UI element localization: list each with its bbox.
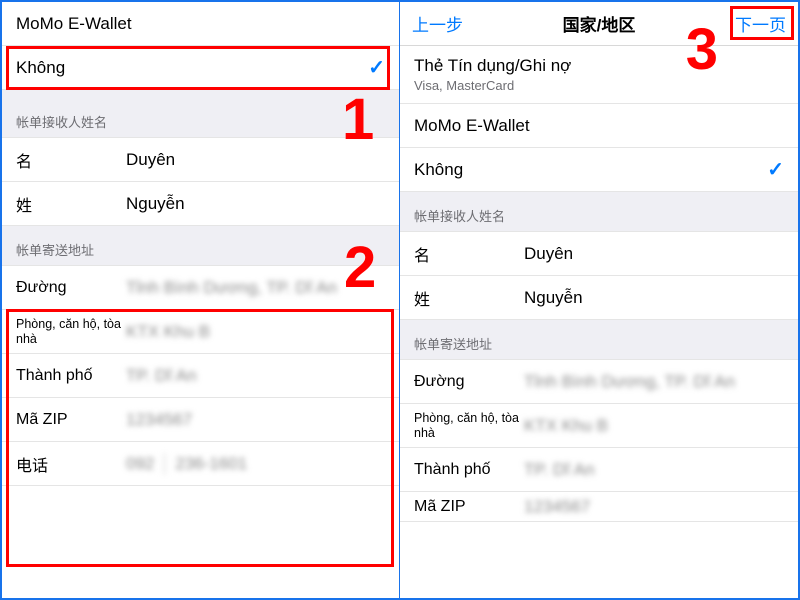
first-name-label: 名 [16,148,126,172]
zip-value: 1234567 [524,497,784,517]
payment-option-none[interactable]: Không ✓ [2,46,399,90]
street-value: Tỉnh Bình Dương, TP. Dĩ An [126,278,385,298]
apartment-value: KTX Khu B [126,322,385,342]
payment-momo-label: MoMo E-Wallet [16,14,132,34]
zip-label: Mã ZIP [16,411,126,429]
zip-label: Mã ZIP [414,498,524,516]
section-header-billing-name: 帐单接收人姓名 [2,90,399,138]
first-name-value: Duyên [524,244,784,264]
phone-divider [164,453,165,475]
surname-value: Nguyễn [524,288,784,308]
back-button[interactable]: 上一步 [412,11,482,36]
street-label: Đường [414,373,524,391]
phone-label: 电话 [16,452,126,476]
surname-value: Nguyễn [126,194,385,214]
payment-option-momo[interactable]: MoMo E-Wallet [2,2,399,46]
city-row[interactable]: Thành phố TP. Dĩ An [400,448,798,492]
left-screen: MoMo E-Wallet Không ✓ 帐单接收人姓名 名 Duyên 姓 … [2,2,400,598]
surname-label: 姓 [16,192,126,216]
first-name-row[interactable]: 名 Duyên [400,232,798,276]
city-value: TP. Dĩ An [524,460,784,480]
phone-row[interactable]: 电话 092 236-1601 [2,442,399,486]
section-header-billing-name: 帐单接收人姓名 [400,192,798,232]
street-value: Tỉnh Bình Dương, TP. Dĩ An [524,372,784,392]
apartment-row[interactable]: Phòng, căn hộ, tòa nhà KTX Khu B [2,310,399,354]
street-row[interactable]: Đường Tỉnh Bình Dương, TP. Dĩ An [400,360,798,404]
city-value: TP. Dĩ An [126,366,385,386]
first-name-value: Duyên [126,150,385,170]
phone-number: 236-1601 [175,454,247,474]
first-name-row[interactable]: 名 Duyên [2,138,399,182]
section-header-billing-address: 帐单寄送地址 [400,320,798,360]
payment-none-label: Không [414,160,767,180]
payment-card-sub: Visa, MasterCard [414,78,514,93]
zip-row-partial[interactable]: Mã ZIP 1234567 [400,492,798,522]
next-button[interactable]: 下一页 [716,11,786,36]
apartment-row[interactable]: Phòng, căn hộ, tòa nhà KTX Khu B [400,404,798,448]
city-label: Thành phố [414,461,524,479]
zip-row[interactable]: Mã ZIP 1234567 [2,398,399,442]
apartment-label: Phòng, căn hộ, tòa nhà [414,411,524,441]
nav-title: 国家/地区 [482,11,716,36]
payment-none-label: Không [16,58,368,78]
phone-value-group: 092 236-1601 [126,453,385,475]
surname-row[interactable]: 姓 Nguyễn [2,182,399,226]
surname-label: 姓 [414,286,524,310]
phone-cc: 092 [126,454,154,474]
checkmark-icon: ✓ [767,157,784,182]
right-screen: 上一步 国家/地区 下一页 Thẻ Tín dụng/Ghi nợ Visa, … [400,2,798,598]
payment-momo-label: MoMo E-Wallet [414,116,530,136]
city-row[interactable]: Thành phố TP. Dĩ An [2,354,399,398]
street-row[interactable]: Đường Tỉnh Bình Dương, TP. Dĩ An [2,266,399,310]
checkmark-icon: ✓ [368,55,385,80]
payment-option-none[interactable]: Không ✓ [400,148,798,192]
city-label: Thành phố [16,367,126,385]
nav-bar: 上一步 国家/地区 下一页 [400,2,798,46]
payment-card-label: Thẻ Tín dụng/Ghi nợ [414,56,571,76]
apartment-value: KTX Khu B [524,416,784,436]
surname-row[interactable]: 姓 Nguyễn [400,276,798,320]
payment-option-momo[interactable]: MoMo E-Wallet [400,104,798,148]
first-name-label: 名 [414,242,524,266]
payment-option-card[interactable]: Thẻ Tín dụng/Ghi nợ Visa, MasterCard [400,46,798,104]
street-label: Đường [16,279,126,297]
section-header-billing-address: 帐单寄送地址 [2,226,399,266]
apartment-label: Phòng, căn hộ, tòa nhà [16,317,126,347]
zip-value: 1234567 [126,410,385,430]
